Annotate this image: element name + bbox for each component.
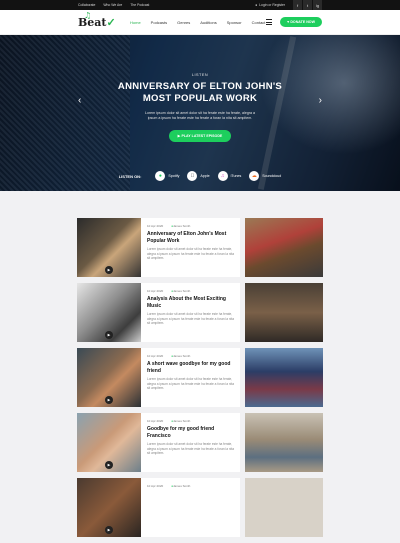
article-card[interactable]: ▶ 10 Apr 2020 James Smith A short wave go… bbox=[77, 348, 323, 407]
article-excerpt: Lorem ipsum dolor sit amet dolor sit ha … bbox=[147, 312, 234, 326]
article-author[interactable]: James Smith bbox=[171, 289, 190, 293]
hero-title-line2: MOST POPULAR WORK bbox=[142, 93, 258, 104]
donate-button[interactable]: ♥ DONATE NOW bbox=[280, 17, 322, 27]
article-card[interactable]: ▶ 10 Apr 2020 James Smith Goodbye for my … bbox=[77, 413, 323, 472]
sidebar-image-boot-sign bbox=[245, 218, 323, 277]
article-thumbnail[interactable]: ▶ bbox=[77, 413, 141, 472]
play-icon[interactable]: ▶ bbox=[105, 266, 113, 274]
article-card[interactable]: ▶ 10 Apr 2020 James Smith Analysis About … bbox=[77, 283, 323, 342]
heart-icon: ♥ bbox=[287, 20, 290, 24]
facebook-icon[interactable]: f bbox=[293, 0, 302, 10]
play-icon[interactable]: ▶ bbox=[105, 396, 113, 404]
sidebar-image-street-sign bbox=[245, 283, 323, 342]
topbar-link-who-we-are[interactable]: Who We Are bbox=[103, 3, 122, 7]
article-date: 10 Apr 2020 bbox=[147, 484, 164, 488]
service-label: Soundcloud bbox=[262, 174, 282, 178]
article-date: 10 Apr 2020 bbox=[147, 289, 164, 293]
login-label: Login or Register bbox=[259, 3, 285, 7]
cta-label: PLAY LATEST EPISODE bbox=[181, 134, 223, 138]
article-excerpt: Lorem ipsum dolor sit amet dolor sit ha … bbox=[147, 247, 234, 261]
article-author[interactable]: James Smith bbox=[171, 484, 190, 488]
service-label: Apple bbox=[200, 174, 210, 178]
article-card[interactable]: ▶ 10 Apr 2020 James Smith Anniversary of … bbox=[77, 218, 323, 277]
apple-icon:  bbox=[187, 171, 198, 181]
article-thumbnail[interactable]: ▶ bbox=[77, 283, 141, 342]
play-icon[interactable]: ▶ bbox=[105, 526, 113, 534]
topbar-link-collaborate[interactable]: Collaborate bbox=[78, 3, 95, 7]
article-author[interactable]: James Smith bbox=[171, 224, 190, 228]
article-card[interactable]: ▶ 10 Apr 2020 James Smith bbox=[77, 478, 323, 537]
itunes-icon: ♫ bbox=[217, 171, 228, 181]
logo-text: Beat bbox=[78, 15, 107, 29]
nav-home[interactable]: Home bbox=[130, 20, 141, 25]
sidebar-image-honky-tonk-sign bbox=[245, 348, 323, 407]
listen-on-label: LISTEN ON: bbox=[118, 173, 142, 179]
service-label: Spotify bbox=[168, 174, 180, 178]
twitter-icon[interactable]: t bbox=[303, 0, 312, 10]
listen-on-bar: LISTEN ON: ● Spotify  Apple ♫ iTunes ☁ … bbox=[0, 171, 400, 181]
article-title[interactable]: A short wave goodbye for my good friend bbox=[147, 361, 234, 374]
article-thumbnail[interactable]: ▶ bbox=[77, 218, 141, 277]
sidebar-image bbox=[245, 478, 323, 537]
main-nav: ♫ Beat✓ Home Podcasts Genres Auditions S… bbox=[0, 10, 400, 35]
article-title[interactable]: Anniversary of Elton John's Most Popular… bbox=[147, 231, 234, 244]
user-icon: ● bbox=[255, 3, 258, 7]
article-title[interactable]: Analysis About the Most Exciting Music bbox=[147, 296, 234, 309]
nav-podcasts[interactable]: Podcasts bbox=[151, 20, 167, 25]
service-label: iTunes bbox=[230, 174, 242, 178]
nav-contact[interactable]: Contact bbox=[252, 20, 266, 25]
hero-title: ANNIVERSARY OF ELTON JOHN'S MOST POPULAR… bbox=[0, 81, 400, 105]
article-date: 10 Apr 2020 bbox=[147, 419, 164, 423]
hero-title-line1: ANNIVERSARY OF ELTON JOHN'S bbox=[117, 81, 283, 92]
donate-label: DONATE NOW bbox=[290, 20, 315, 24]
login-link[interactable]: ● Login or Register bbox=[255, 3, 285, 7]
article-list: ▶ 10 Apr 2020 James Smith Anniversary of … bbox=[77, 218, 323, 543]
nav-genres[interactable]: Genres bbox=[177, 20, 190, 25]
service-spotify[interactable]: ● Spotify bbox=[155, 171, 179, 181]
article-excerpt: Lorem ipsum dolor sit amet dolor sit ha … bbox=[147, 442, 234, 456]
hamburger-menu-icon[interactable] bbox=[266, 18, 273, 26]
article-date: 10 Apr 2020 bbox=[147, 354, 164, 358]
music-note-icon: ♫ bbox=[84, 9, 92, 20]
hero-slider: ‹ › LISTEN ANNIVERSARY OF ELTON JOHN'S M… bbox=[0, 35, 400, 191]
play-icon[interactable]: ▶ bbox=[105, 461, 113, 469]
article-date: 10 Apr 2020 bbox=[147, 224, 164, 228]
top-bar: Collaborate Who We Are The Podcast ● Log… bbox=[0, 0, 400, 10]
topbar-link-podcast[interactable]: The Podcast bbox=[130, 3, 149, 7]
service-soundcloud[interactable]: ☁ Soundcloud bbox=[249, 171, 281, 181]
article-author[interactable]: James Smith bbox=[171, 354, 190, 358]
instagram-icon[interactable]: ig bbox=[313, 0, 322, 10]
article-excerpt: Lorem ipsum dolor sit amet dolor sit ha … bbox=[147, 377, 234, 391]
play-icon[interactable]: ▶ bbox=[105, 331, 113, 339]
service-apple[interactable]:  Apple bbox=[187, 171, 210, 181]
article-thumbnail[interactable]: ▶ bbox=[77, 348, 141, 407]
hero-text: Lorem ipsum dolor sit amet dolor sit ha … bbox=[144, 111, 256, 120]
article-thumbnail[interactable]: ▶ bbox=[77, 478, 141, 537]
hero-kicker: LISTEN bbox=[191, 73, 209, 77]
play-latest-episode-button[interactable]: ▶ PLAY LATEST EPISODE bbox=[168, 130, 232, 142]
article-author[interactable]: James Smith bbox=[171, 419, 190, 423]
nav-sponsor[interactable]: Sponsor bbox=[227, 20, 242, 25]
soundcloud-icon: ☁ bbox=[249, 171, 260, 181]
sidebar-image-building-statue bbox=[245, 413, 323, 472]
spotify-icon: ● bbox=[155, 171, 166, 181]
article-title[interactable]: Goodbye for my good friend Francisco bbox=[147, 426, 234, 439]
site-logo[interactable]: ♫ Beat✓ bbox=[78, 10, 118, 29]
nav-auditions[interactable]: Auditions bbox=[200, 20, 216, 25]
service-itunes[interactable]: ♫ iTunes bbox=[217, 171, 242, 181]
